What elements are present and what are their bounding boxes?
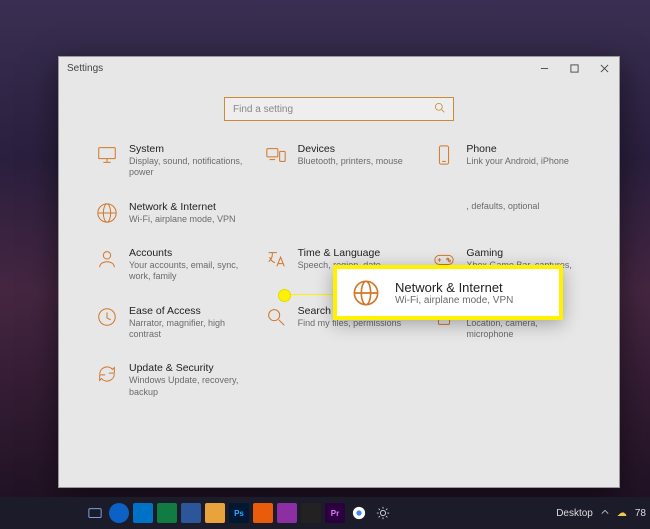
show-desktop-label[interactable]: Desktop — [556, 508, 593, 519]
settings-content: Find a setting SystemDisplay, sound, not… — [59, 79, 619, 487]
globe-icon — [351, 278, 381, 308]
taskbar-right: Desktop ☁ 78 — [556, 508, 650, 519]
weather-temp[interactable]: 78 — [635, 508, 646, 519]
chrome-icon[interactable] — [349, 503, 369, 523]
tile-title: Update & Security — [129, 362, 246, 375]
search-icon — [264, 305, 288, 329]
ease-icon — [95, 305, 119, 329]
outlook-icon[interactable] — [133, 503, 153, 523]
premiere-icon[interactable]: Pr — [325, 503, 345, 523]
desktop: Settings Find a setting SystemDisplay, s… — [0, 0, 650, 529]
window-title: Settings — [59, 63, 103, 74]
maximize-button[interactable] — [559, 57, 589, 79]
lang-icon — [264, 247, 288, 271]
tile-sub: Your accounts, email, sync, work, family — [129, 260, 246, 283]
tile-sub: Location, camera, microphone — [466, 318, 583, 341]
phone-icon — [432, 143, 456, 167]
tile-title: Phone — [466, 143, 569, 156]
search-icon — [434, 102, 445, 116]
search-placeholder: Find a setting — [233, 104, 434, 115]
search-input[interactable]: Find a setting — [224, 97, 454, 121]
tile-title: Accounts — [129, 247, 246, 260]
tray-chevron-icon[interactable] — [601, 508, 609, 519]
taskview-icon[interactable] — [85, 503, 105, 523]
tile-phone[interactable]: PhoneLink your Android, iPhone — [432, 143, 583, 179]
settings-gear-icon[interactable] — [373, 503, 393, 523]
tile-sub: Narrator, magnifier, high contrast — [129, 318, 246, 341]
callout-dot — [278, 289, 291, 302]
callout-line — [288, 294, 334, 295]
taskbar-left: Ps Pr — [0, 503, 393, 523]
taskbar: Ps Pr Desktop ☁ 78 — [0, 497, 650, 529]
tile-sub: Windows Update, recovery, backup — [129, 375, 246, 398]
terminal-icon[interactable] — [301, 503, 321, 523]
tile-person[interactable]: AccountsYour accounts, email, sync, work… — [95, 247, 246, 283]
settings-window: Settings Find a setting SystemDisplay, s… — [58, 56, 620, 488]
system-icon — [95, 143, 119, 167]
titlebar: Settings — [59, 57, 619, 79]
tile-globe[interactable]: Network & InternetWi-Fi, airplane mode, … — [95, 201, 246, 225]
tile-title: System — [129, 143, 246, 156]
tile-sub: Display, sound, notifications, power — [129, 156, 246, 179]
weather-icon[interactable]: ☁ — [617, 508, 627, 519]
excel-icon[interactable] — [157, 503, 177, 523]
edge-icon[interactable] — [109, 503, 129, 523]
network-internet-callout[interactable]: Network & Internet Wi-Fi, airplane mode,… — [333, 265, 563, 320]
explorer-icon[interactable] — [205, 503, 225, 523]
devices-icon — [264, 143, 288, 167]
tile-title: Devices — [298, 143, 403, 156]
tile-sub: Link your Android, iPhone — [466, 156, 569, 167]
tile-title: Network & Internet — [129, 201, 236, 214]
callout-sub: Wi-Fi, airplane mode, VPN — [395, 295, 513, 306]
tile-update[interactable]: Update & SecurityWindows Update, recover… — [95, 362, 246, 398]
person-icon — [95, 247, 119, 271]
tile-title: Time & Language — [298, 247, 381, 260]
tile-sub: Wi-Fi, airplane mode, VPN — [129, 214, 236, 225]
tile-title: Ease of Access — [129, 305, 246, 318]
callout-title: Network & Internet — [395, 280, 513, 295]
tile-ease[interactable]: Ease of AccessNarrator, magnifier, high … — [95, 305, 246, 341]
tile-title: Gaming — [466, 247, 583, 260]
tile-sub: Bluetooth, printers, mouse — [298, 156, 403, 167]
globe-icon — [95, 201, 119, 225]
tile-devices[interactable]: DevicesBluetooth, printers, mouse — [264, 143, 415, 179]
close-button[interactable] — [589, 57, 619, 79]
chat-icon[interactable] — [277, 503, 297, 523]
word-icon[interactable] — [181, 503, 201, 523]
vlc-icon[interactable] — [253, 503, 273, 523]
update-icon — [95, 362, 119, 386]
tile-apps: , defaults, optional — [432, 201, 583, 225]
tile-sub: , defaults, optional — [466, 201, 539, 212]
minimize-button[interactable] — [529, 57, 559, 79]
photoshop-icon[interactable]: Ps — [229, 503, 249, 523]
tile-system[interactable]: SystemDisplay, sound, notifications, pow… — [95, 143, 246, 179]
